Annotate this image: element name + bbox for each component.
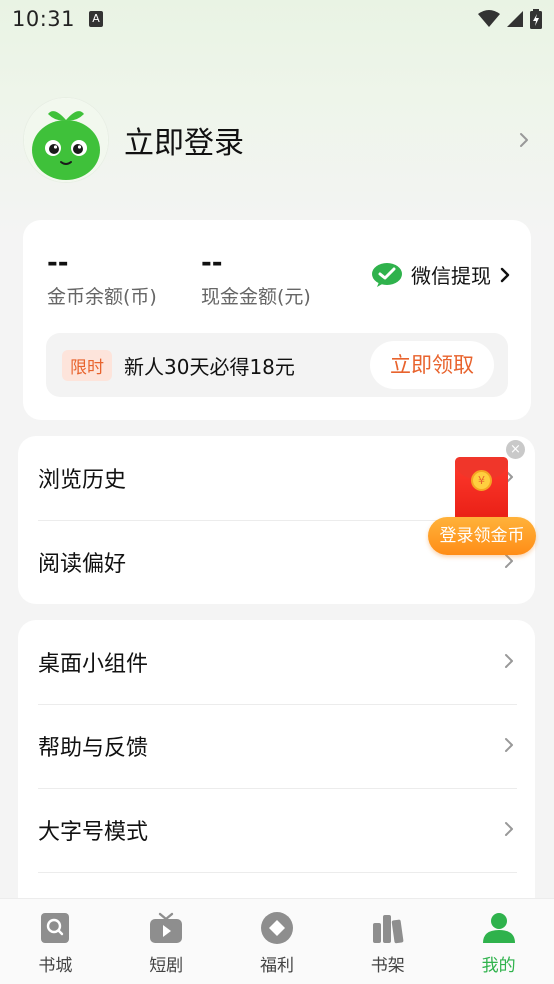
gold-balance-label: 金币余额(币) [47, 286, 157, 308]
avatar[interactable] [24, 98, 108, 182]
wallet-card: -- 金币余额(币) -- 现金金额(元) 微信提现 限时 新人30天必得18元… [23, 220, 531, 420]
claim-now-button[interactable]: 立即领取 [370, 341, 494, 389]
chevron-right-icon [520, 133, 528, 147]
cash-balance-value: -- [201, 248, 223, 278]
coin-icon: ¥ [471, 470, 492, 491]
welfare-icon [260, 912, 293, 944]
list-item-label: 桌面小组件 [38, 652, 149, 677]
nav-label: 短剧 [149, 956, 184, 976]
tv-play-icon [150, 912, 183, 943]
wechat-withdraw-button[interactable]: 微信提现 [371, 260, 511, 289]
search-book-icon [41, 913, 70, 943]
tab-bookshelf[interactable]: 书架 [332, 899, 443, 984]
red-packet-icon[interactable]: ¥ [455, 457, 508, 523]
nav-label: 书城 [38, 956, 73, 976]
bottom-nav: 书城 短剧 福利 书架 我的 [0, 898, 554, 984]
nav-label: 我的 [481, 956, 516, 976]
cash-balance-label: 现金金额(元) [201, 286, 311, 308]
person-icon [482, 913, 515, 943]
login-get-coins-button[interactable]: 登录领金币 [428, 517, 536, 555]
sprout-mascot-icon [24, 98, 108, 182]
chevron-right-icon [500, 267, 510, 282]
promo-text: 新人30天必得18元 [124, 354, 295, 379]
list-item-label: 大字号模式 [38, 820, 149, 845]
cash-balance[interactable]: -- 现金金额(元) [201, 246, 311, 309]
tab-mine[interactable]: 我的 [443, 899, 554, 984]
settings-card: 桌面小组件 帮助与反馈 大字号模式 [18, 620, 535, 920]
status-time: 10:31 [12, 7, 76, 31]
signal-icon [507, 11, 523, 27]
close-icon[interactable]: × [506, 440, 525, 459]
chevron-right-icon [505, 822, 513, 836]
limited-time-badge: 限时 [62, 349, 112, 381]
list-item-label: 帮助与反馈 [38, 736, 149, 761]
list-item-label: 阅读偏好 [38, 552, 127, 577]
nav-label: 福利 [259, 956, 294, 976]
divider [38, 872, 517, 873]
chevron-right-icon [505, 738, 513, 752]
gold-balance[interactable]: -- 金币余额(币) [47, 246, 157, 309]
list-item-help-feedback[interactable]: 帮助与反馈 [18, 704, 535, 788]
list-item-large-font-mode[interactable]: 大字号模式 [18, 788, 535, 872]
wechat-icon [372, 262, 402, 287]
tab-welfare[interactable]: 福利 [222, 899, 333, 984]
chevron-right-icon [505, 654, 513, 668]
gold-balance-value: -- [47, 248, 69, 278]
newcomer-promo-bar: 限时 新人30天必得18元 立即领取 [46, 333, 508, 397]
list-item-desktop-widget[interactable]: 桌面小组件 [18, 620, 535, 704]
bookshelf-icon [372, 915, 404, 944]
status-icons [478, 9, 542, 29]
wifi-icon [478, 10, 500, 27]
list-item-label: 浏览历史 [38, 468, 127, 493]
notification-icon: A [89, 11, 104, 27]
status-bar: 10:31 A [0, 0, 554, 38]
profile-login-row[interactable]: 立即登录 [24, 98, 530, 182]
login-label[interactable]: 立即登录 [124, 118, 244, 162]
battery-icon [530, 9, 542, 29]
wechat-withdraw-label: 微信提现 [411, 264, 491, 288]
tab-short-drama[interactable]: 短剧 [111, 899, 222, 984]
nav-label: 书架 [370, 956, 405, 976]
tab-bookstore[interactable]: 书城 [0, 899, 111, 984]
